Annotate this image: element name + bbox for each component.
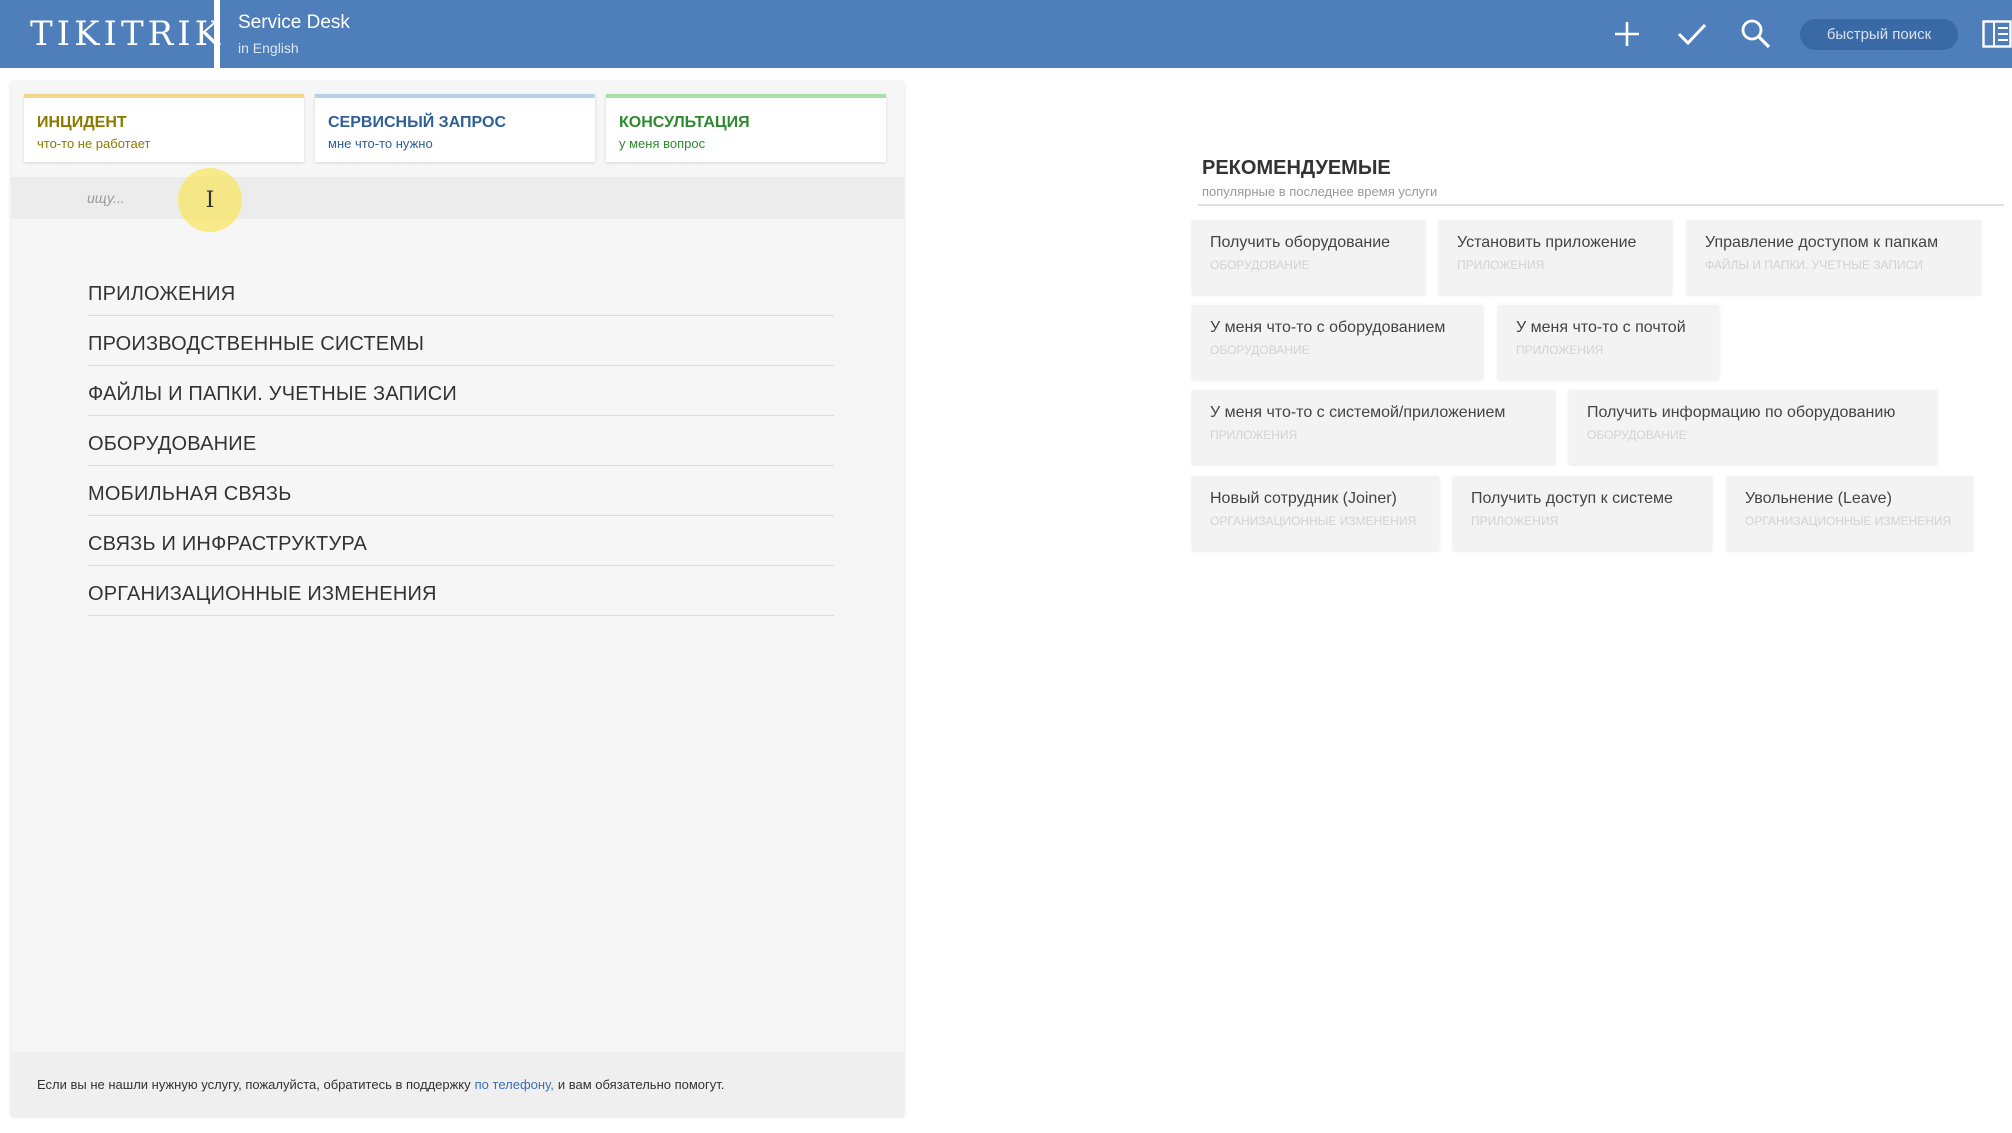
service-name: Получить доступ к системе bbox=[1471, 490, 1673, 507]
service-name: Получить информацию по оборудованию bbox=[1587, 404, 1896, 421]
recommended-service-card[interactable]: У меня что-то с почтой ПРИЛОЖЕНИЯ bbox=[1498, 305, 1719, 379]
panel-toggle-icon[interactable] bbox=[1982, 20, 2012, 48]
checkmark-icon[interactable] bbox=[1674, 16, 1710, 52]
type-card-title: КОНСУЛЬТАЦИЯ bbox=[619, 114, 750, 131]
top-navigation-bar: TIKITRIK Service Desk in English быстрый… bbox=[0, 0, 2012, 68]
service-name: У меня что-то с почтой bbox=[1516, 319, 1686, 336]
type-card-subtitle: у меня вопрос bbox=[619, 136, 706, 151]
service-catalog-panel: ИНЦИДЕНТ что-то не работает СЕРВИСНЫЙ ЗА… bbox=[11, 82, 904, 1117]
language-label[interactable]: in English bbox=[238, 40, 299, 56]
category-item[interactable]: МОБИЛЬНАЯ СВЯЗЬ bbox=[88, 466, 834, 516]
recommended-service-card[interactable]: Получить информацию по оборудованию ОБОР… bbox=[1569, 390, 1937, 464]
category-item[interactable]: ОБОРУДОВАНИЕ bbox=[88, 416, 834, 466]
service-category: ПРИЛОЖЕНИЯ bbox=[1457, 258, 1545, 272]
phone-support-link[interactable]: по телефону, bbox=[475, 1077, 554, 1092]
service-name: У меня что-то с системой/приложением bbox=[1210, 404, 1506, 421]
recommended-service-card[interactable]: Увольнение (Leave) ОРГАНИЗАЦИОННЫЕ ИЗМЕН… bbox=[1727, 476, 1973, 550]
service-category: ОБОРУДОВАНИЕ bbox=[1587, 428, 1687, 442]
recommended-service-card[interactable]: Установить приложение ПРИЛОЖЕНИЯ bbox=[1439, 220, 1672, 294]
category-item[interactable]: ОРГАНИЗАЦИОННЫЕ ИЗМЕНЕНИЯ bbox=[88, 566, 834, 616]
recommended-title: РЕКОМЕНДУЕМЫЕ bbox=[1202, 157, 1391, 179]
recommended-service-card[interactable]: Получить оборудование ОБОРУДОВАНИЕ bbox=[1192, 220, 1425, 294]
type-card-consultation[interactable]: КОНСУЛЬТАЦИЯ у меня вопрос bbox=[606, 94, 886, 162]
type-card-service-request[interactable]: СЕРВИСНЫЙ ЗАПРОС мне что-то нужно bbox=[315, 94, 595, 162]
service-name: У меня что-то с оборудованием bbox=[1210, 319, 1446, 336]
type-card-title: ИНЦИДЕНТ bbox=[37, 114, 127, 131]
plus-icon[interactable] bbox=[1609, 16, 1645, 52]
service-category: ФАЙЛЫ И ПАПКИ. УЧЕТНЫЕ ЗАПИСИ bbox=[1705, 258, 1923, 272]
catalog-search-input[interactable] bbox=[87, 185, 507, 211]
type-card-accent bbox=[315, 94, 595, 98]
quick-search-button[interactable]: быстрый поиск bbox=[1800, 19, 1958, 50]
type-card-accent bbox=[606, 94, 886, 98]
category-item[interactable]: ПРОИЗВОДСТВЕННЫЕ СИСТЕМЫ bbox=[88, 316, 834, 366]
service-category: ПРИЛОЖЕНИЯ bbox=[1471, 514, 1559, 528]
support-note-text-end: и вам обязательно помогут. bbox=[557, 1077, 725, 1092]
logo-divider bbox=[214, 0, 220, 68]
recommended-service-card[interactable]: У меня что-то с оборудованием ОБОРУДОВАН… bbox=[1192, 305, 1483, 379]
service-category: ПРИЛОЖЕНИЯ bbox=[1516, 343, 1604, 357]
service-category: ПРИЛОЖЕНИЯ bbox=[1210, 428, 1298, 442]
recommended-service-card[interactable]: Новый сотрудник (Joiner) ОРГАНИЗАЦИОННЫЕ… bbox=[1192, 476, 1439, 550]
type-card-accent bbox=[24, 94, 304, 98]
category-item[interactable]: ФАЙЛЫ И ПАПКИ. УЧЕТНЫЕ ЗАПИСИ bbox=[88, 366, 834, 416]
service-name: Получить оборудование bbox=[1210, 234, 1391, 251]
recommended-subtitle: популярные в последнее время услуги bbox=[1202, 184, 1438, 199]
type-card-subtitle: мне что-то нужно bbox=[328, 136, 433, 151]
search-icon[interactable] bbox=[1738, 16, 1774, 52]
service-category: ОРГАНИЗАЦИОННЫЕ ИЗМЕНЕНИЯ bbox=[1745, 514, 1952, 528]
service-category: ОБОРУДОВАНИЕ bbox=[1210, 258, 1310, 272]
app-title: Service Desk bbox=[238, 12, 350, 33]
type-card-incident[interactable]: ИНЦИДЕНТ что-то не работает bbox=[24, 94, 304, 162]
recommended-service-card[interactable]: Получить доступ к системе ПРИЛОЖЕНИЯ bbox=[1453, 476, 1712, 550]
category-list: ПРИЛОЖЕНИЯ ПРОИЗВОДСТВЕННЫЕ СИСТЕМЫ ФАЙЛ… bbox=[88, 266, 834, 616]
service-category: ОБОРУДОВАНИЕ bbox=[1210, 343, 1310, 357]
service-name: Увольнение (Leave) bbox=[1745, 490, 1892, 507]
recommended-service-card[interactable]: Управление доступом к папкам ФАЙЛЫ И ПАП… bbox=[1687, 220, 1981, 294]
type-card-title: СЕРВИСНЫЙ ЗАПРОС bbox=[328, 114, 506, 131]
recommended-divider bbox=[1198, 204, 2004, 206]
support-note-text: Если вы не нашли нужную услугу, пожалуйс… bbox=[37, 1077, 471, 1092]
recommended-service-card[interactable]: У меня что-то с системой/приложением ПРИ… bbox=[1192, 390, 1555, 464]
service-category: ОРГАНИЗАЦИОННЫЕ ИЗМЕНЕНИЯ bbox=[1210, 514, 1417, 528]
category-item[interactable]: СВЯЗЬ И ИНФРАСТРУКТУРА bbox=[88, 516, 834, 566]
type-card-subtitle: что-то не работает bbox=[37, 136, 151, 151]
app-logo[interactable]: TIKITRIK bbox=[0, 0, 220, 68]
service-name: Установить приложение bbox=[1457, 234, 1637, 251]
category-item[interactable]: ПРИЛОЖЕНИЯ bbox=[88, 266, 834, 316]
support-note: Если вы не нашли нужную услугу, пожалуйс… bbox=[11, 1052, 904, 1117]
service-name: Новый сотрудник (Joiner) bbox=[1210, 490, 1397, 507]
text-cursor-icon: I bbox=[178, 168, 242, 232]
service-name: Управление доступом к папкам bbox=[1705, 234, 1939, 251]
catalog-search-bar bbox=[11, 177, 904, 219]
